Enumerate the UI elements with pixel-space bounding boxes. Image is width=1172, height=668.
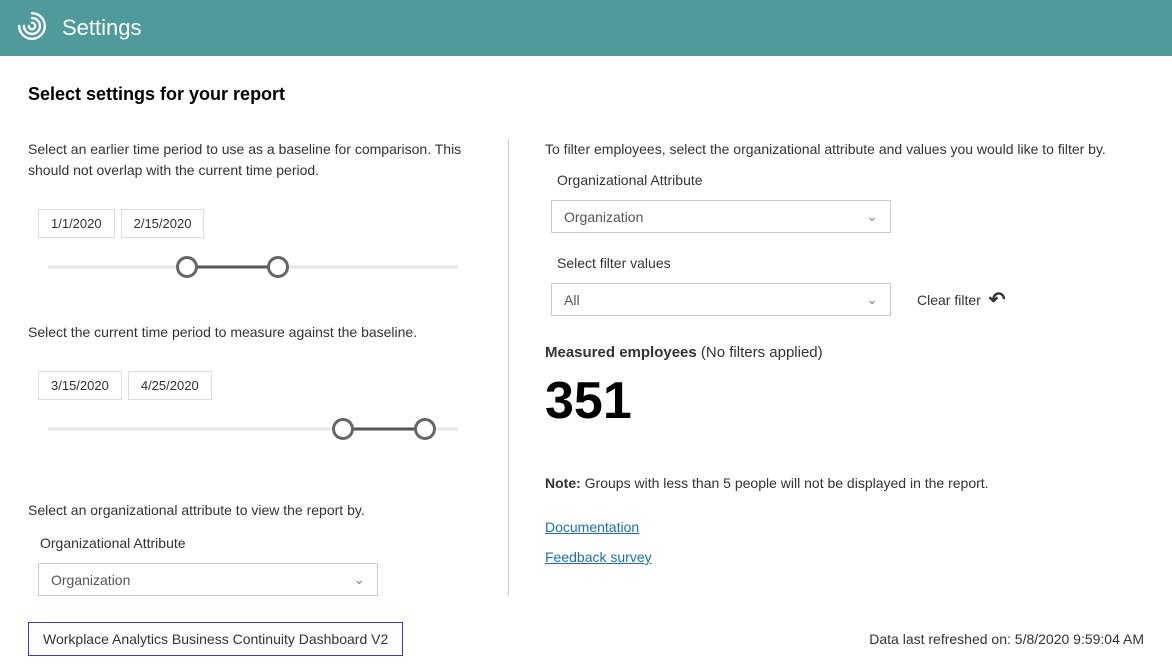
clear-filter-label: Clear filter [917, 292, 981, 308]
baseline-start-date[interactable]: 1/1/2020 [38, 209, 115, 238]
filter-org-attr-select[interactable]: Organization ⌄ [551, 200, 891, 233]
filter-values-label: Select filter values [557, 255, 1144, 271]
org-attr-label: Organizational Attribute [40, 535, 468, 551]
header-bar: Settings [0, 0, 1172, 56]
measured-employees-count: 351 [545, 371, 1144, 431]
org-attr-value: Organization [51, 572, 130, 588]
chevron-down-icon: ⌄ [866, 208, 878, 225]
baseline-end-date[interactable]: 2/15/2020 [121, 209, 205, 238]
page-title: Select settings for your report [28, 84, 1144, 105]
app-logo-icon [16, 10, 48, 47]
chevron-down-icon: ⌄ [353, 571, 365, 588]
refreshed-value: 5/8/2020 9:59:04 AM [1015, 631, 1144, 647]
data-refreshed: Data last refreshed on: 5/8/2020 9:59:04… [869, 631, 1144, 647]
filter-values-value: All [564, 292, 580, 308]
baseline-slider[interactable] [48, 252, 458, 282]
note-prefix: Note: [545, 475, 581, 491]
refreshed-label: Data last refreshed on: [869, 631, 1015, 647]
feedback-survey-link[interactable]: Feedback survey [545, 549, 652, 565]
current-help-text: Select the current time period to measur… [28, 322, 468, 343]
filter-org-attr-label: Organizational Attribute [557, 172, 1144, 188]
clear-filter-button[interactable]: Clear filter ↶ [917, 287, 1006, 312]
baseline-help-text: Select an earlier time period to use as … [28, 139, 468, 181]
slider-fill [343, 428, 425, 431]
measured-employees-label: Measured employees [545, 344, 697, 361]
note-body: Groups with less than 5 people will not … [581, 475, 989, 491]
filter-org-attr-value: Organization [564, 209, 643, 225]
documentation-link[interactable]: Documentation [545, 519, 639, 535]
content: Select settings for your report Select a… [0, 56, 1172, 596]
org-attr-help-text: Select an organizational attribute to vi… [28, 500, 468, 521]
right-column: To filter employees, select the organiza… [508, 139, 1144, 596]
header-title: Settings [62, 15, 142, 41]
filter-values-select[interactable]: All ⌄ [551, 283, 891, 316]
org-attr-select[interactable]: Organization ⌄ [38, 563, 378, 596]
filter-help-text: To filter employees, select the organiza… [545, 139, 1144, 160]
slider-knob-start[interactable] [332, 418, 354, 440]
slider-fill [187, 266, 277, 269]
slider-knob-start[interactable] [176, 256, 198, 278]
current-slider[interactable] [48, 414, 458, 444]
chevron-down-icon: ⌄ [866, 291, 878, 308]
slider-knob-end[interactable] [267, 256, 289, 278]
undo-icon: ↶ [989, 287, 1006, 312]
slider-knob-end[interactable] [414, 418, 436, 440]
measured-employees-status: (No filters applied) [701, 344, 823, 361]
footer: Workplace Analytics Business Continuity … [0, 622, 1172, 656]
dashboard-name-box: Workplace Analytics Business Continuity … [28, 622, 403, 656]
current-end-date[interactable]: 4/25/2020 [128, 371, 212, 400]
measured-employees-line: Measured employees (No filters applied) [545, 344, 1144, 361]
left-column: Select an earlier time period to use as … [28, 139, 468, 596]
current-start-date[interactable]: 3/15/2020 [38, 371, 122, 400]
note-text: Note: Groups with less than 5 people wil… [545, 475, 1144, 491]
